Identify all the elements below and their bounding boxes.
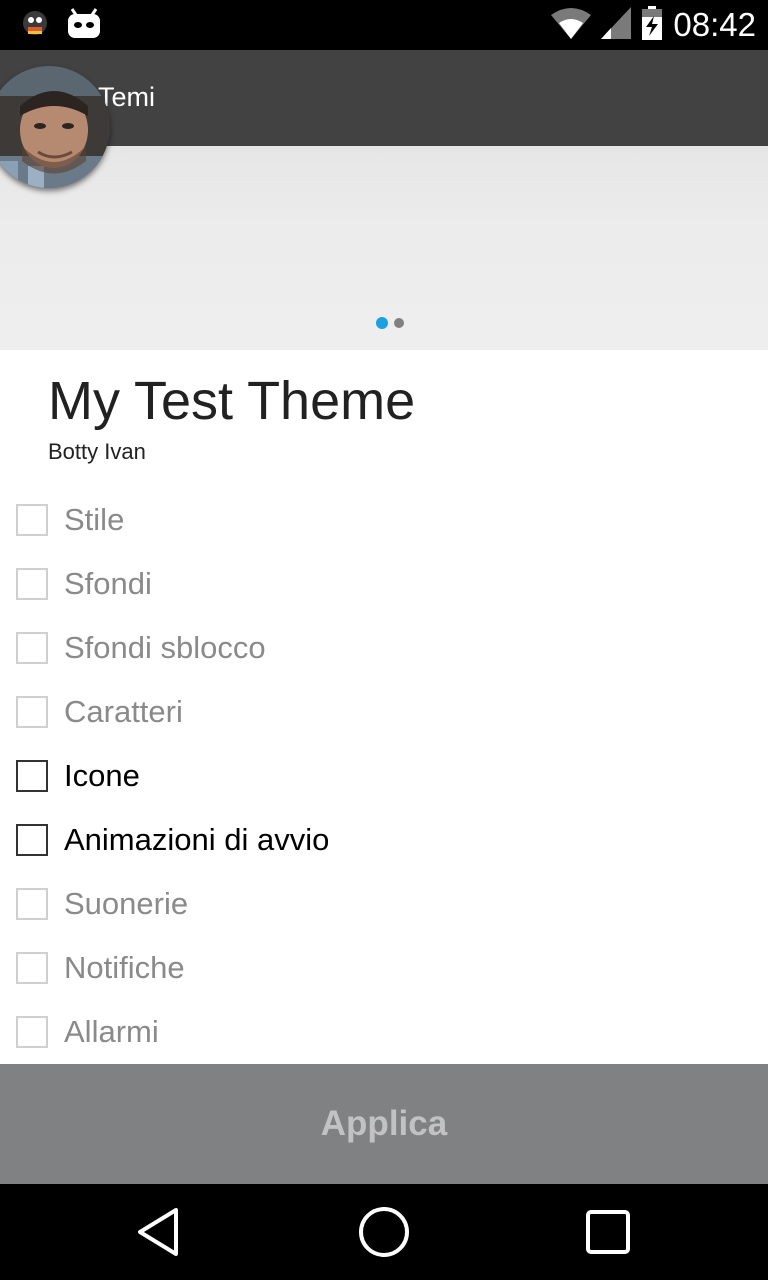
wifi-icon: [551, 7, 592, 44]
status-bar: 08:42: [0, 0, 768, 50]
option-suonerie[interactable]: Suonerie: [0, 872, 768, 936]
checkbox[interactable]: [16, 632, 48, 664]
apply-button-label: Applica: [320, 1104, 448, 1143]
option-label: Allarmi: [64, 1014, 159, 1049]
action-bar: Temi: [0, 50, 768, 146]
theme-preview[interactable]: [0, 146, 768, 350]
option-label: Sfondi sblocco: [64, 630, 266, 665]
apply-button[interactable]: Applica: [0, 1064, 768, 1184]
theme-title: My Test Theme: [48, 371, 416, 431]
option-label: Icone: [64, 758, 140, 793]
option-icone[interactable]: Icone: [0, 744, 768, 808]
checkbox[interactable]: [16, 568, 48, 600]
checkbox[interactable]: [16, 504, 48, 536]
navigation-bar: [0, 1184, 768, 1280]
option-sfondi[interactable]: Sfondi: [0, 552, 768, 616]
option-sfondi-sblocco[interactable]: Sfondi sblocco: [0, 616, 768, 680]
theme-author: Botty Ivan: [48, 439, 146, 464]
option-label: Caratteri: [64, 694, 183, 729]
android-debug-icon: [66, 6, 102, 45]
option-notifiche[interactable]: Notifiche: [0, 936, 768, 1000]
notification-app-icon: [18, 6, 52, 45]
battery-charging-icon: [641, 5, 663, 45]
home-icon[interactable]: [356, 1204, 412, 1260]
option-label: Notifiche: [64, 950, 185, 985]
option-label: Sfondi: [64, 566, 152, 601]
checkbox[interactable]: [16, 824, 48, 856]
option-stile[interactable]: Stile: [0, 488, 768, 552]
page-dot-active: [376, 317, 388, 329]
checkbox[interactable]: [16, 760, 48, 792]
checkbox[interactable]: [16, 952, 48, 984]
option-label: Animazioni di avvio: [64, 822, 330, 857]
signal-icon: [601, 6, 632, 44]
option-allarmi[interactable]: Allarmi: [0, 1000, 768, 1064]
checkbox[interactable]: [16, 1016, 48, 1048]
page-dot: [394, 318, 404, 328]
option-label: Stile: [64, 502, 125, 537]
recents-icon[interactable]: [580, 1204, 636, 1260]
clock: 08:42: [673, 6, 756, 43]
back-icon[interactable]: [130, 1204, 186, 1260]
option-caratteri[interactable]: Caratteri: [0, 680, 768, 744]
component-options: Stile Sfondi Sfondi sblocco Caratteri Ic…: [0, 488, 768, 1064]
option-animazioni-di-avvio[interactable]: Animazioni di avvio: [0, 808, 768, 872]
checkbox[interactable]: [16, 888, 48, 920]
page-indicator: [0, 317, 768, 329]
checkbox[interactable]: [16, 696, 48, 728]
option-label: Suonerie: [64, 886, 189, 921]
